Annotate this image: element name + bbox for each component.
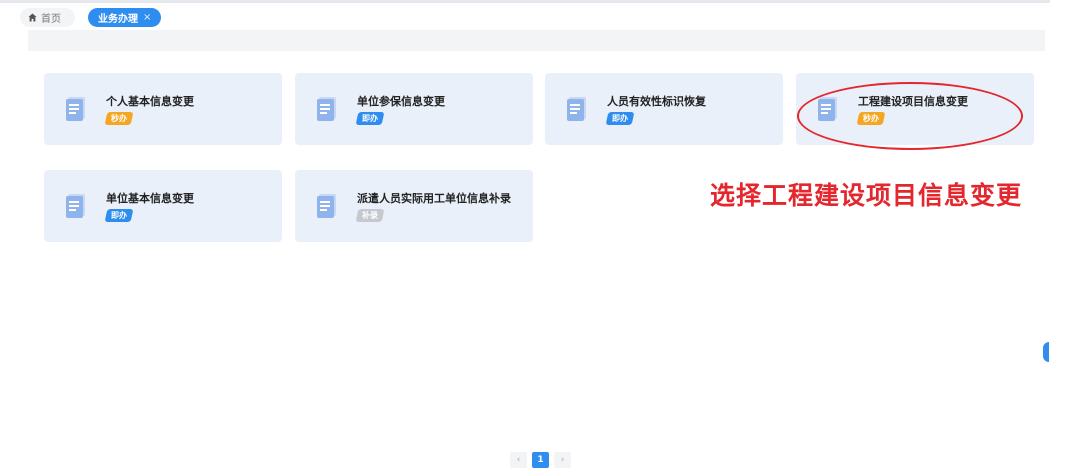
card-title: 派遣人员实际用工单位信息补录 (357, 192, 511, 205)
document-icon (317, 97, 336, 121)
card-badge: 即办 (355, 112, 385, 125)
card-badge-label: 即办 (362, 114, 378, 123)
document-icon (317, 194, 336, 218)
prev-page-button[interactable]: ‹ (510, 452, 527, 468)
document-icon (66, 194, 85, 218)
next-page-button[interactable]: › (554, 452, 571, 468)
document-icon (567, 97, 586, 121)
card-title: 单位参保信息变更 (357, 95, 445, 108)
tab-business-label: 业务办理 (98, 14, 138, 25)
side-drawer-tab[interactable] (1043, 342, 1049, 362)
home-icon (28, 13, 37, 22)
tab-business[interactable]: 业务办理 × (88, 8, 162, 27)
card-unit-insurance-change[interactable]: 单位参保信息变更即办 (295, 73, 533, 145)
card-badge-label: 秒办 (111, 114, 127, 123)
tab-home-label: 首页 (41, 14, 61, 25)
tab-bar: 首页 业务办理 × (0, 0, 1050, 33)
card-badge: 秒办 (104, 112, 134, 125)
card-badge-label: 补录 (362, 211, 378, 220)
card-badge: 即办 (104, 209, 134, 222)
card-title: 单位基本信息变更 (106, 192, 194, 205)
card-badge-label: 即办 (111, 211, 127, 220)
close-icon[interactable]: × (143, 12, 151, 23)
card-badge-label: 即办 (612, 114, 628, 123)
card-badge: 即办 (605, 112, 635, 125)
toolbar-strip (28, 30, 1045, 51)
card-badge: 补录 (355, 209, 385, 222)
card-personal-info-change[interactable]: 个人基本信息变更秒办 (44, 73, 282, 145)
tab-home[interactable]: 首页 (20, 8, 75, 27)
pagination: ‹ 1 › (510, 452, 571, 468)
card-title: 人员有效性标识恢复 (607, 95, 706, 108)
card-title: 个人基本信息变更 (106, 95, 194, 108)
page-1-button[interactable]: 1 (532, 452, 549, 468)
document-icon (66, 97, 85, 121)
card-dispatched-personnel-supplement[interactable]: 派遣人员实际用工单位信息补录补录 (295, 170, 533, 242)
annotation-ellipse (797, 82, 1023, 150)
card-personnel-validity-restore[interactable]: 人员有效性标识恢复即办 (545, 73, 783, 145)
card-unit-basic-info-change[interactable]: 单位基本信息变更即办 (44, 170, 282, 242)
annotation-text: 选择工程建设项目信息变更 (710, 181, 1023, 210)
